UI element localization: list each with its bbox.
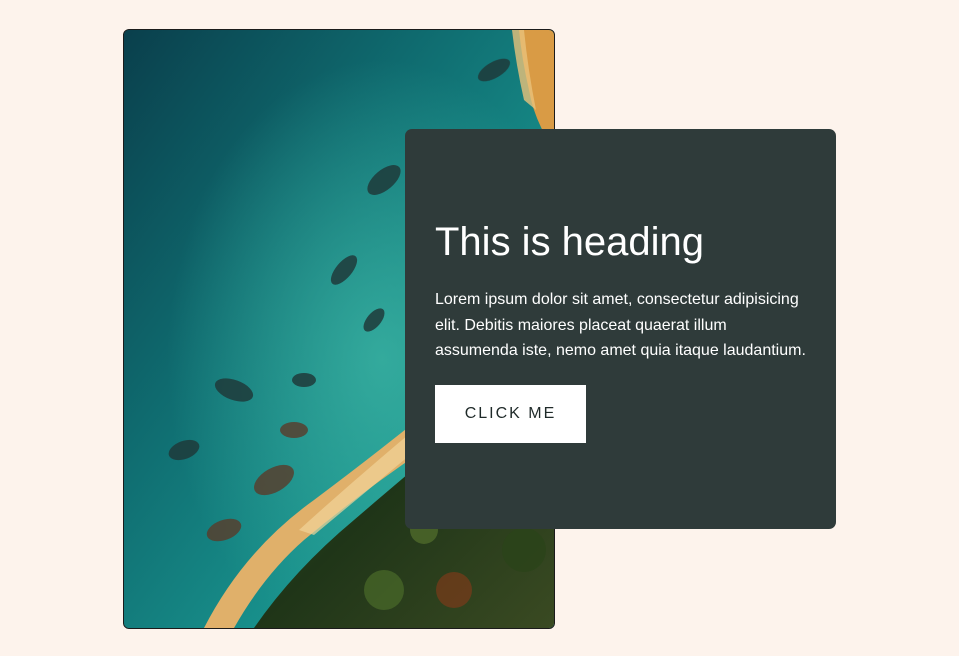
page-stage: This is heading Lorem ipsum dolor sit am…	[0, 0, 959, 656]
content-card: This is heading Lorem ipsum dolor sit am…	[405, 129, 836, 529]
card-body-text: Lorem ipsum dolor sit amet, consectetur …	[435, 291, 806, 359]
click-me-button[interactable]: CLICK ME	[435, 384, 586, 443]
card-heading: This is heading	[435, 220, 705, 264]
